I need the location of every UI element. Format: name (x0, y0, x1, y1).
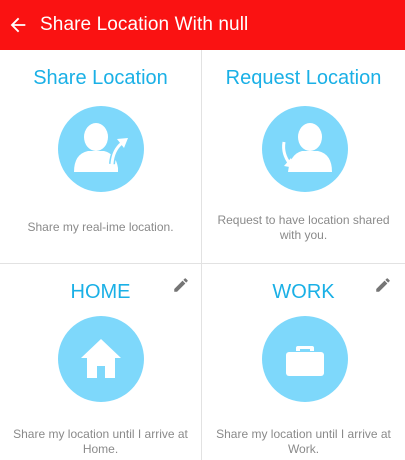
work-card[interactable]: WORK Share my location until I arrive at… (202, 264, 405, 460)
home-description: Share my location until I arrive at Home… (13, 427, 188, 456)
home-card[interactable]: HOME Share my location until I arrive at… (0, 264, 201, 460)
person-download-icon (262, 106, 348, 192)
request-location-card[interactable]: Request Location Request to have locatio… (202, 50, 405, 263)
share-location-card[interactable]: Share Location Share my real-ime locatio… (0, 50, 201, 263)
edit-home-pencil-icon[interactable] (170, 274, 192, 296)
request-location-title: Request Location (225, 67, 382, 89)
back-arrow-icon[interactable] (4, 11, 32, 39)
options-grid: Share Location Share my real-ime locatio… (0, 50, 405, 460)
edit-work-pencil-icon[interactable] (372, 274, 394, 296)
page-title: Share Location With null (40, 14, 249, 35)
home-icon (58, 316, 144, 402)
request-location-description: Request to have location shared with you… (217, 213, 390, 242)
work-description: Share my location until I arrive at Work… (216, 427, 391, 456)
person-upload-icon (58, 106, 144, 192)
briefcase-icon (262, 316, 348, 402)
share-location-title: Share Location (33, 67, 168, 89)
app-bar: Share Location With null (0, 0, 405, 50)
share-location-description: Share my real-ime location. (27, 220, 174, 234)
